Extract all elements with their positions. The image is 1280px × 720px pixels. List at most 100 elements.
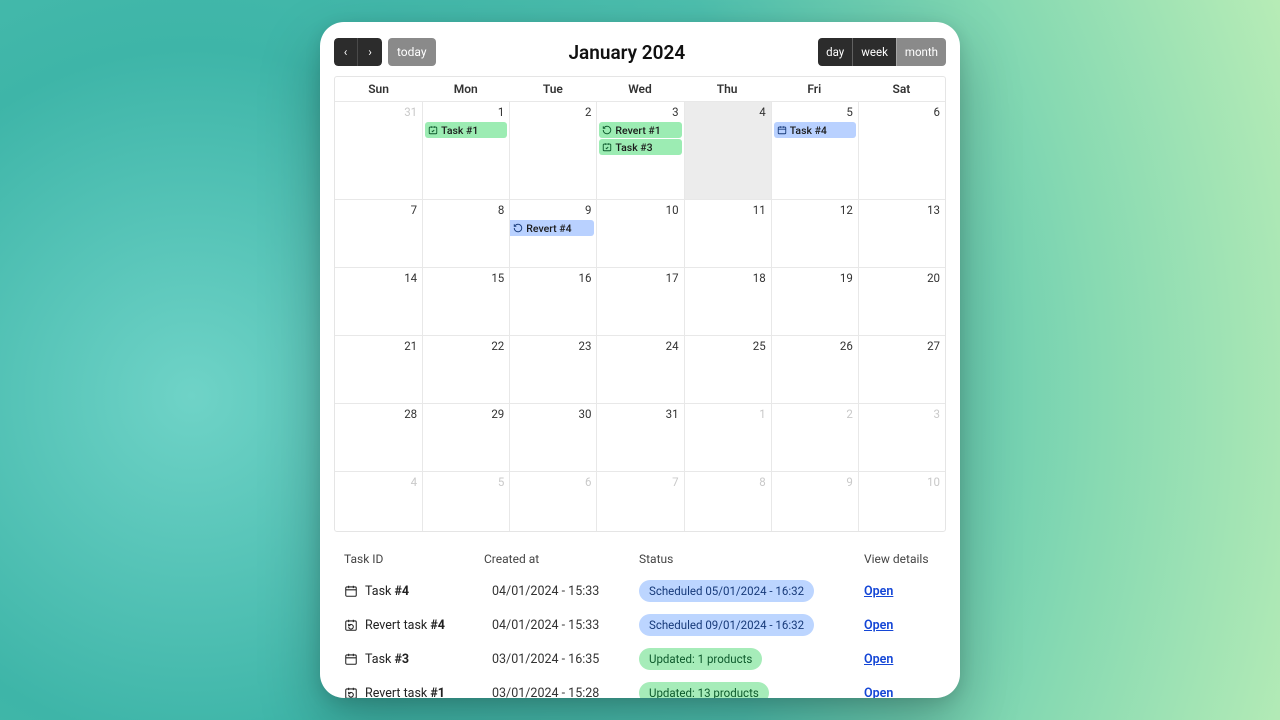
day-cell[interactable]: 11 [684,199,771,267]
day-cell[interactable]: 2 [771,403,858,471]
calendar-icon [777,125,787,135]
day-cell[interactable]: 30 [509,403,596,471]
calendar: Sun Mon Tue Wed Thu Fri Sat 31 1 Task #1 [334,76,946,532]
event-task1[interactable]: Task #1 [425,122,507,138]
day-cell[interactable]: 15 [422,267,509,335]
day-cell[interactable]: 9 Revert #4 [509,199,596,267]
day-cell[interactable]: 8 [684,471,771,531]
day-cell[interactable]: 5 Task #4 [771,101,858,199]
status-badge: Scheduled 05/01/2024 - 16:32 [639,580,814,602]
dow-mon: Mon [422,77,509,101]
th-details: View details [864,552,946,566]
event-label: Task #4 [790,124,827,137]
day-cell[interactable]: 3 [858,403,945,471]
day-cell[interactable]: 17 [596,267,683,335]
th-task-id: Task ID [344,552,484,566]
day-cell[interactable]: 2 [509,101,596,199]
chevron-left-icon: ‹ [344,45,348,59]
day-cell[interactable]: 20 [858,267,945,335]
dow-sat: Sat [858,77,945,101]
day-cell[interactable]: 22 [422,335,509,403]
day-cell[interactable]: 3 Revert #1 Task #3 [596,101,683,199]
calendar-check-icon [602,142,612,152]
calendar-icon [344,652,358,666]
app-window: ‹ › today January 2024 day week month Su… [320,22,960,698]
event-revert4[interactable]: Revert #4 [510,220,594,236]
open-link[interactable]: Open [864,686,893,699]
calendar-title: January 2024 [568,41,685,64]
day-cell[interactable]: 21 [335,335,422,403]
task-label: Revert task #1 [365,686,445,699]
day-cell[interactable]: 1 Task #1 [422,101,509,199]
task-label: Task #4 [365,584,409,599]
view-week[interactable]: week [852,38,896,66]
table-row: Task #4 04/01/2024 - 15:33 Scheduled 05/… [334,574,946,608]
day-cell[interactable]: 18 [684,267,771,335]
calendar-grid: 31 1 Task #1 2 3 Revert #1 [335,101,945,531]
day-cell[interactable]: 10 [858,471,945,531]
event-task4[interactable]: Task #4 [774,122,856,138]
nav-buttons: ‹ › [334,38,382,66]
today-button[interactable]: today [388,38,436,66]
dow-thu: Thu [684,77,771,101]
day-cell[interactable]: 23 [509,335,596,403]
view-day[interactable]: day [818,38,852,66]
created-at: 04/01/2024 - 15:33 [484,618,639,633]
task-label: Task #3 [365,652,409,667]
day-cell[interactable]: 25 [684,335,771,403]
view-month[interactable]: month [896,38,946,66]
created-at: 04/01/2024 - 15:33 [484,584,639,599]
day-cell[interactable]: 6 [509,471,596,531]
created-at: 03/01/2024 - 16:35 [484,652,639,667]
open-link[interactable]: Open [864,618,893,633]
day-cell[interactable]: 10 [596,199,683,267]
day-cell[interactable]: 9 [771,471,858,531]
next-button[interactable]: › [358,38,382,66]
status-badge: Scheduled 09/01/2024 - 16:32 [639,614,814,636]
th-status: Status [639,552,864,566]
calendar-check-icon [428,125,438,135]
table-header: Task ID Created at Status View details [334,548,946,574]
day-cell[interactable]: 19 [771,267,858,335]
table-row: Revert task #1 03/01/2024 - 15:28 Update… [334,676,946,698]
table-row: Revert task #4 04/01/2024 - 15:33 Schedu… [334,608,946,642]
day-cell[interactable]: 13 [858,199,945,267]
open-link[interactable]: Open [864,652,893,667]
event-task3[interactable]: Task #3 [599,139,681,155]
table-row: Task #3 03/01/2024 - 16:35 Updated: 1 pr… [334,642,946,676]
event-label: Revert #4 [526,222,571,235]
day-cell[interactable]: 16 [509,267,596,335]
day-cell[interactable]: 1 [684,403,771,471]
day-cell[interactable]: 28 [335,403,422,471]
task-table: Task ID Created at Status View details T… [334,548,946,698]
day-cell[interactable]: 24 [596,335,683,403]
open-link[interactable]: Open [864,584,893,599]
day-cell[interactable]: 5 [422,471,509,531]
page-background: ‹ › today January 2024 day week month Su… [0,0,1280,720]
dow-tue: Tue [509,77,596,101]
created-at: 03/01/2024 - 15:28 [484,686,639,699]
day-cell[interactable]: 7 [596,471,683,531]
day-cell[interactable]: 6 [858,101,945,199]
day-cell[interactable]: 26 [771,335,858,403]
dow-fri: Fri [771,77,858,101]
view-switcher: day week month [818,38,946,66]
revert-icon [344,618,358,632]
day-cell[interactable]: 31 [335,101,422,199]
day-cell[interactable]: 8 [422,199,509,267]
day-cell[interactable]: 7 [335,199,422,267]
day-cell[interactable]: 31 [596,403,683,471]
calendar-day-headers: Sun Mon Tue Wed Thu Fri Sat [335,77,945,101]
day-cell[interactable]: 14 [335,267,422,335]
day-cell-today[interactable]: 4 [684,101,771,199]
day-cell[interactable]: 4 [335,471,422,531]
day-cell[interactable]: 29 [422,403,509,471]
event-label: Task #3 [615,141,652,154]
prev-button[interactable]: ‹ [334,38,358,66]
calendar-icon [344,584,358,598]
day-cell[interactable]: 12 [771,199,858,267]
event-revert1[interactable]: Revert #1 [599,122,681,138]
day-cell[interactable]: 27 [858,335,945,403]
event-label: Task #1 [441,124,478,137]
task-label: Revert task #4 [365,618,445,633]
